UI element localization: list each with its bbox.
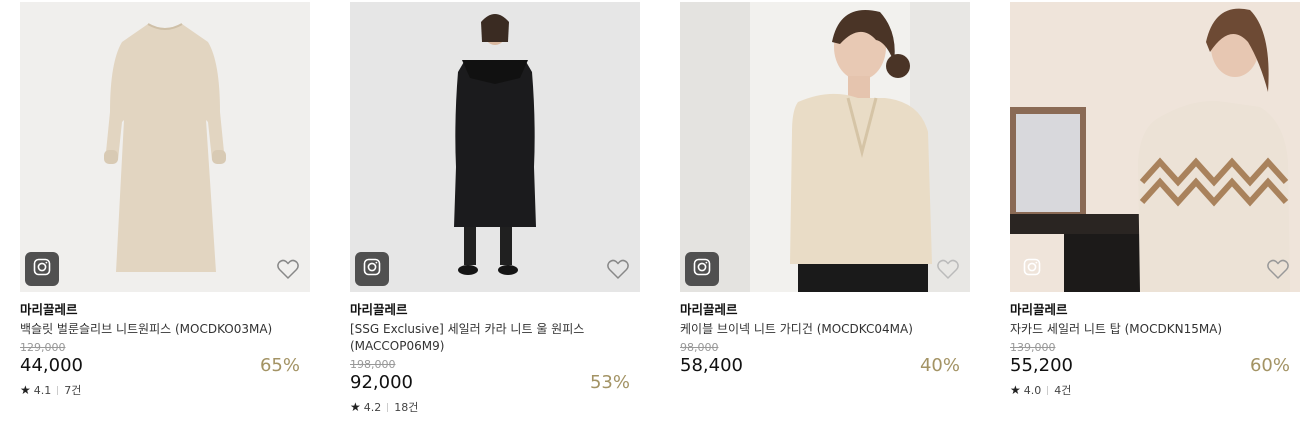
product-card[interactable]: 마리끌레르 [SSG Exclusive] 세일러 카라 니트 울 원피스 (M… — [350, 2, 640, 414]
review-count[interactable]: 4건 — [1054, 382, 1071, 398]
brand-name[interactable]: 마리끌레르 — [1010, 302, 1300, 318]
rating-row: ★ 4.2 18건 — [350, 400, 640, 414]
instagram-badge[interactable] — [1015, 252, 1049, 286]
divider — [1047, 385, 1049, 395]
review-count[interactable]: 18건 — [394, 399, 418, 415]
heart-icon[interactable] — [936, 258, 960, 280]
instagram-badge[interactable] — [25, 252, 59, 286]
product-image[interactable] — [1010, 2, 1300, 292]
discount-rate: 40% — [919, 355, 960, 376]
discount-rate: 65% — [259, 355, 300, 376]
sale-price: 58,400 — [680, 355, 743, 376]
brand-name[interactable]: 마리끌레르 — [680, 302, 970, 318]
product-grid: 마리끌레르 백슬릿 벌룬슬리브 니트원피스 (MOCDKO03MA) 129,0… — [0, 0, 1309, 428]
instagram-icon — [32, 257, 52, 281]
product-photo — [20, 2, 310, 292]
rating-row: ★ 4.1 7건 — [20, 383, 310, 397]
rating-value: 4.0 — [1023, 383, 1042, 397]
original-price: 98,000 — [680, 341, 719, 354]
instagram-icon — [362, 257, 382, 281]
star-icon: ★ — [350, 400, 361, 414]
sale-price: 55,200 — [1010, 355, 1073, 376]
sale-price: 92,000 — [350, 372, 413, 393]
rating-value: 4.2 — [363, 400, 382, 414]
heart-icon[interactable] — [606, 258, 630, 280]
product-card[interactable]: 마리끌레르 케이블 브이넥 니트 가디건 (MOCDKC04MA) 98,000… — [680, 2, 970, 377]
rating-row: ★ 4.0 4건 — [1010, 383, 1300, 397]
instagram-icon — [692, 257, 712, 281]
star-icon: ★ — [20, 383, 31, 397]
original-price: 139,000 — [1010, 341, 1056, 354]
rating-value: 4.1 — [33, 383, 52, 397]
heart-icon[interactable] — [276, 258, 300, 280]
sale-price: 44,000 — [20, 355, 83, 376]
review-count[interactable]: 7건 — [64, 382, 81, 398]
product-image[interactable] — [20, 2, 310, 292]
product-card[interactable]: 마리끌레르 백슬릿 벌룬슬리브 니트원피스 (MOCDKO03MA) 129,0… — [20, 2, 310, 397]
product-name[interactable]: 자카드 세일러 니트 탑 (MOCDKN15MA) — [1010, 321, 1300, 338]
original-price: 198,000 — [350, 358, 396, 371]
discount-rate: 60% — [1249, 355, 1290, 376]
heart-icon[interactable] — [1266, 258, 1290, 280]
product-image[interactable] — [350, 2, 640, 292]
product-name[interactable]: 백슬릿 벌룬슬리브 니트원피스 (MOCDKO03MA) — [20, 321, 310, 338]
discount-rate: 53% — [589, 372, 630, 393]
brand-name[interactable]: 마리끌레르 — [350, 302, 640, 318]
divider — [57, 385, 59, 395]
product-photo — [1010, 2, 1300, 292]
brand-name[interactable]: 마리끌레르 — [20, 302, 310, 318]
product-photo — [680, 2, 970, 292]
product-image[interactable] — [680, 2, 970, 292]
original-price: 129,000 — [20, 341, 66, 354]
product-name[interactable]: 케이블 브이넥 니트 가디건 (MOCDKC04MA) — [680, 321, 970, 338]
instagram-badge[interactable] — [685, 252, 719, 286]
product-name[interactable]: [SSG Exclusive] 세일러 카라 니트 울 원피스 (MACCOP0… — [350, 321, 640, 355]
divider — [387, 402, 389, 412]
instagram-icon — [1022, 257, 1042, 281]
product-photo — [350, 2, 640, 292]
star-icon: ★ — [1010, 383, 1021, 397]
instagram-badge[interactable] — [355, 252, 389, 286]
product-card[interactable]: 마리끌레르 자카드 세일러 니트 탑 (MOCDKN15MA) 139,000 … — [1010, 2, 1300, 397]
